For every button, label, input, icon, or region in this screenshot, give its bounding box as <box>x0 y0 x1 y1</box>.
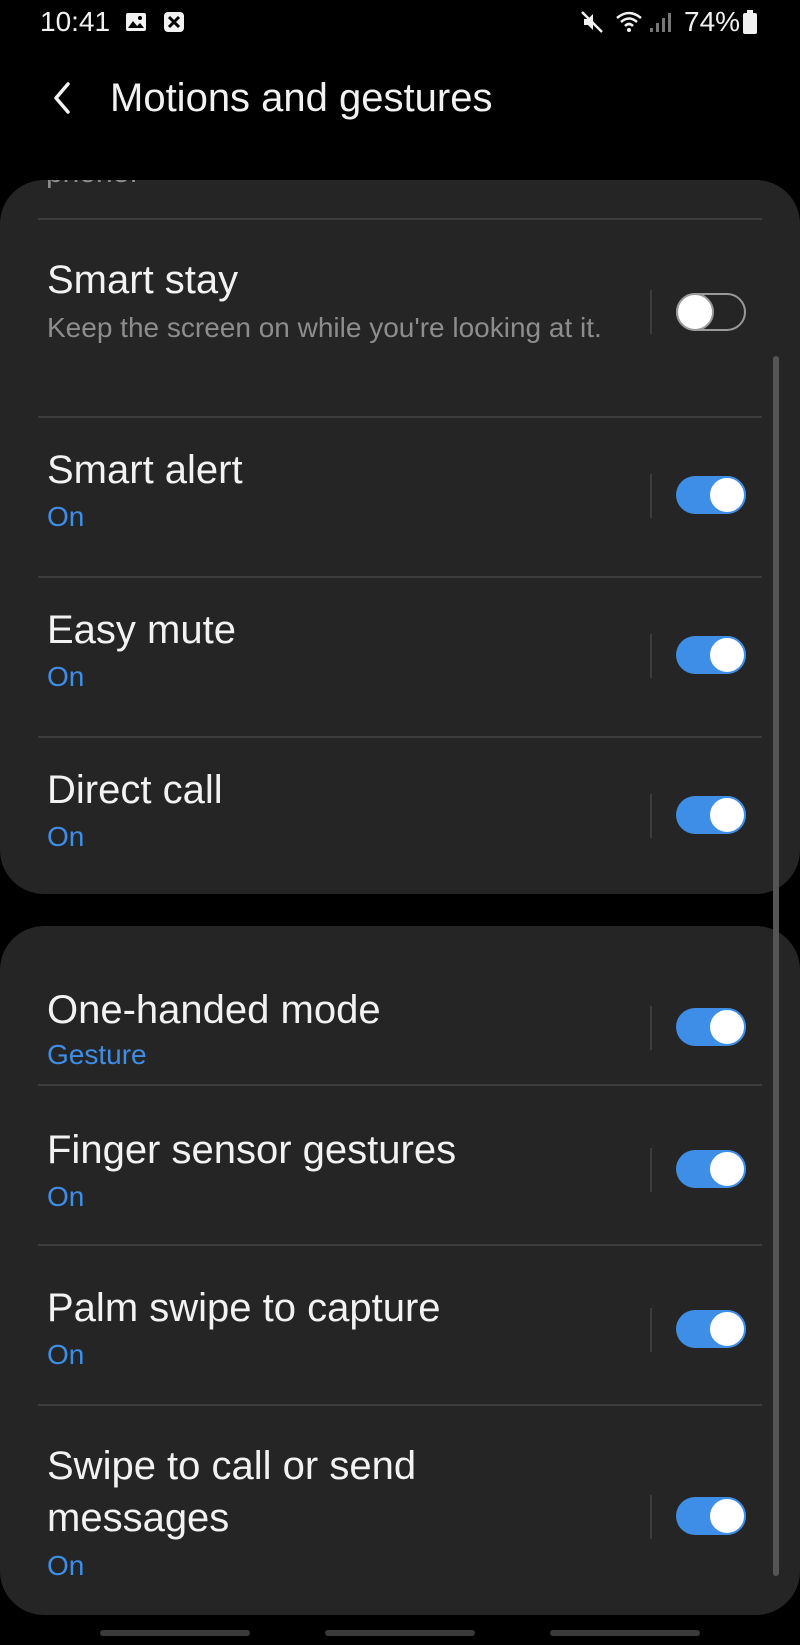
toggle-knob <box>708 636 746 674</box>
settings-group-2: One-handed mode Gesture Finger sensor ge… <box>0 926 800 1615</box>
toggle-knob <box>708 1497 746 1535</box>
setting-description: Keep the screen on while you're looking … <box>47 312 602 343</box>
smart-stay-toggle[interactable] <box>676 293 746 331</box>
nav-recents-pill[interactable] <box>100 1630 250 1636</box>
nav-home-pill[interactable] <box>325 1630 475 1636</box>
navigation-bar <box>0 1620 800 1645</box>
setting-status: Gesture <box>47 1039 147 1070</box>
direct-call-toggle[interactable] <box>676 796 746 834</box>
toggle-knob <box>676 293 714 331</box>
mute-icon <box>580 10 604 34</box>
setting-status: On <box>47 821 85 852</box>
toggle-knob <box>708 1310 746 1348</box>
setting-smart-alert[interactable]: Smart alert On <box>0 418 800 576</box>
battery-percentage: 74% <box>684 6 741 37</box>
smart-alert-toggle[interactable] <box>676 476 746 514</box>
chevron-left-icon <box>48 80 76 121</box>
setting-title: Palm swipe to capture <box>47 1286 441 1330</box>
toggle-knob <box>708 1150 746 1188</box>
battery-icon <box>742 10 758 34</box>
scrollbar[interactable] <box>773 356 779 1576</box>
setting-one-handed-mode[interactable]: One-handed mode Gesture <box>0 926 800 1084</box>
setting-status: On <box>47 1181 85 1212</box>
setting-status: On <box>47 661 85 692</box>
setting-status: On <box>47 1550 85 1581</box>
one-handed-mode-toggle[interactable] <box>676 1008 746 1046</box>
page-title: Motions and gestures <box>110 76 493 120</box>
separator <box>650 1006 652 1050</box>
setting-title: Easy mute <box>47 608 236 652</box>
separator <box>650 474 652 518</box>
setting-direct-call[interactable]: Direct call On <box>0 738 800 894</box>
back-button[interactable] <box>40 78 84 122</box>
easy-mute-toggle[interactable] <box>676 636 746 674</box>
nav-back-pill[interactable] <box>550 1630 700 1636</box>
app-header: Motions and gestures <box>0 60 800 144</box>
separator <box>650 634 652 678</box>
separator <box>650 1495 652 1539</box>
gallery-icon <box>124 10 148 34</box>
separator <box>650 1308 652 1352</box>
setting-status: On <box>47 501 85 532</box>
wifi-icon <box>614 10 644 34</box>
setting-title: Finger sensor gestures <box>47 1128 457 1172</box>
setting-title: Smart alert <box>47 448 243 492</box>
swipe-to-call-toggle[interactable] <box>676 1497 746 1535</box>
blocked-notification-icon <box>162 10 186 34</box>
finger-sensor-gestures-toggle[interactable] <box>676 1150 746 1188</box>
setting-title: Smart stay <box>47 258 239 302</box>
toggle-knob <box>708 796 746 834</box>
setting-easy-mute[interactable]: Easy mute On <box>0 578 800 736</box>
setting-title: Direct call <box>47 768 223 812</box>
toggle-knob <box>708 1008 746 1046</box>
setting-palm-swipe-to-capture[interactable]: Palm swipe to capture On <box>0 1246 800 1404</box>
separator <box>650 1148 652 1192</box>
setting-status: On <box>47 1339 85 1370</box>
signal-icon <box>648 10 674 34</box>
setting-title: Swipe to call or send messages <box>47 1444 417 1540</box>
separator <box>650 290 652 334</box>
status-time: 10:41 <box>40 6 111 37</box>
setting-smart-stay[interactable]: Smart stay Keep the screen on while you'… <box>0 220 800 396</box>
toggle-knob <box>708 476 746 514</box>
clipped-description: phone. <box>46 180 138 190</box>
palm-swipe-to-capture-toggle[interactable] <box>676 1310 746 1348</box>
separator <box>650 794 652 838</box>
setting-title: One-handed mode <box>47 988 381 1032</box>
setting-finger-sensor-gestures[interactable]: Finger sensor gestures On <box>0 1086 800 1244</box>
setting-swipe-to-call-or-send-messages[interactable]: Swipe to call or send messages On <box>0 1406 800 1615</box>
settings-group-1: phone. Smart stay Keep the screen on whi… <box>0 180 800 894</box>
status-bar: 10:41 74% <box>0 0 800 48</box>
